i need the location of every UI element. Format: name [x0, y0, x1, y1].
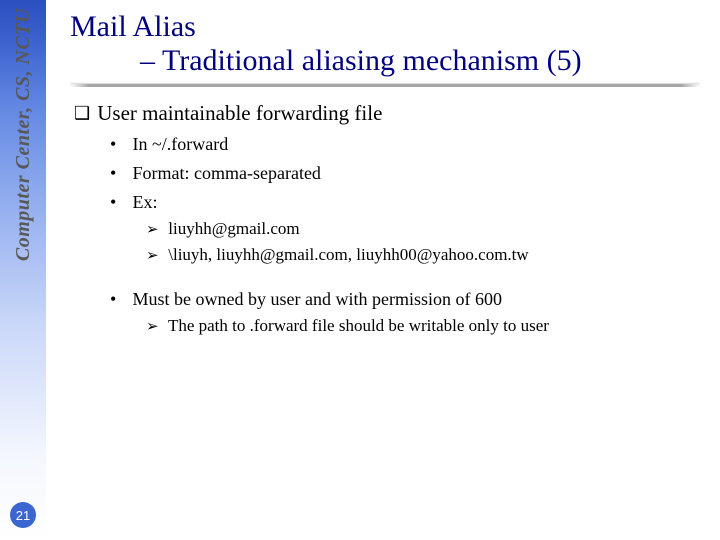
bullet-level2: • Must be owned by user and with permiss… [110, 289, 710, 310]
arrow-bullet-icon: ➢ [146, 220, 164, 239]
arrow-bullet-icon: ➢ [146, 317, 164, 336]
dot-bullet-icon: • [110, 289, 128, 310]
bullet-text: \liuyh, liuyhh@gmail.com, liuyhh00@yahoo… [168, 245, 528, 264]
bullet-text: Must be owned by user and with permissio… [133, 289, 502, 309]
slide-title: Mail Alias [70, 10, 710, 44]
bullet-text: User maintainable forwarding file [97, 101, 382, 125]
slide-body: ❑ User maintainable forwarding file • In… [70, 101, 710, 336]
bullet-level3: ➢ liuyhh@gmail.com [146, 219, 710, 239]
title-block: Mail Alias – Traditional aliasing mechan… [70, 10, 710, 78]
bullet-text: Format: comma-separated [133, 163, 321, 183]
bullet-level2: • Format: comma-separated [110, 163, 710, 184]
bullet-level1: ❑ User maintainable forwarding file [74, 101, 710, 126]
slide-subtitle: – Traditional aliasing mechanism (5) [70, 44, 710, 78]
square-bullet-icon: ❑ [74, 103, 92, 124]
dot-bullet-icon: • [110, 163, 128, 184]
bullet-level2: • Ex: [110, 192, 710, 213]
bullet-level3: ➢ The path to .forward file should be wr… [146, 316, 710, 336]
bullet-text: In ~/.forward [133, 134, 229, 154]
sidebar: Computer Center, CS, NCTU 21 [0, 0, 46, 540]
sidebar-org-text: Computer Center, CS, NCTU [12, 8, 35, 261]
title-divider [70, 84, 700, 87]
bullet-text: The path to .forward file should be writ… [168, 316, 549, 335]
bullet-level2: • In ~/.forward [110, 134, 710, 155]
dot-bullet-icon: • [110, 134, 128, 155]
page-number-badge: 21 [10, 502, 36, 528]
arrow-bullet-icon: ➢ [146, 246, 164, 265]
page-number: 21 [0, 502, 46, 528]
bullet-level3: ➢ \liuyh, liuyhh@gmail.com, liuyhh00@yah… [146, 245, 710, 265]
slide: Computer Center, CS, NCTU 21 Mail Alias … [0, 0, 720, 540]
spacer [70, 265, 710, 281]
bullet-text: Ex: [133, 192, 158, 212]
content-area: Mail Alias – Traditional aliasing mechan… [70, 10, 710, 336]
dot-bullet-icon: • [110, 192, 128, 213]
bullet-text: liuyhh@gmail.com [168, 219, 299, 238]
